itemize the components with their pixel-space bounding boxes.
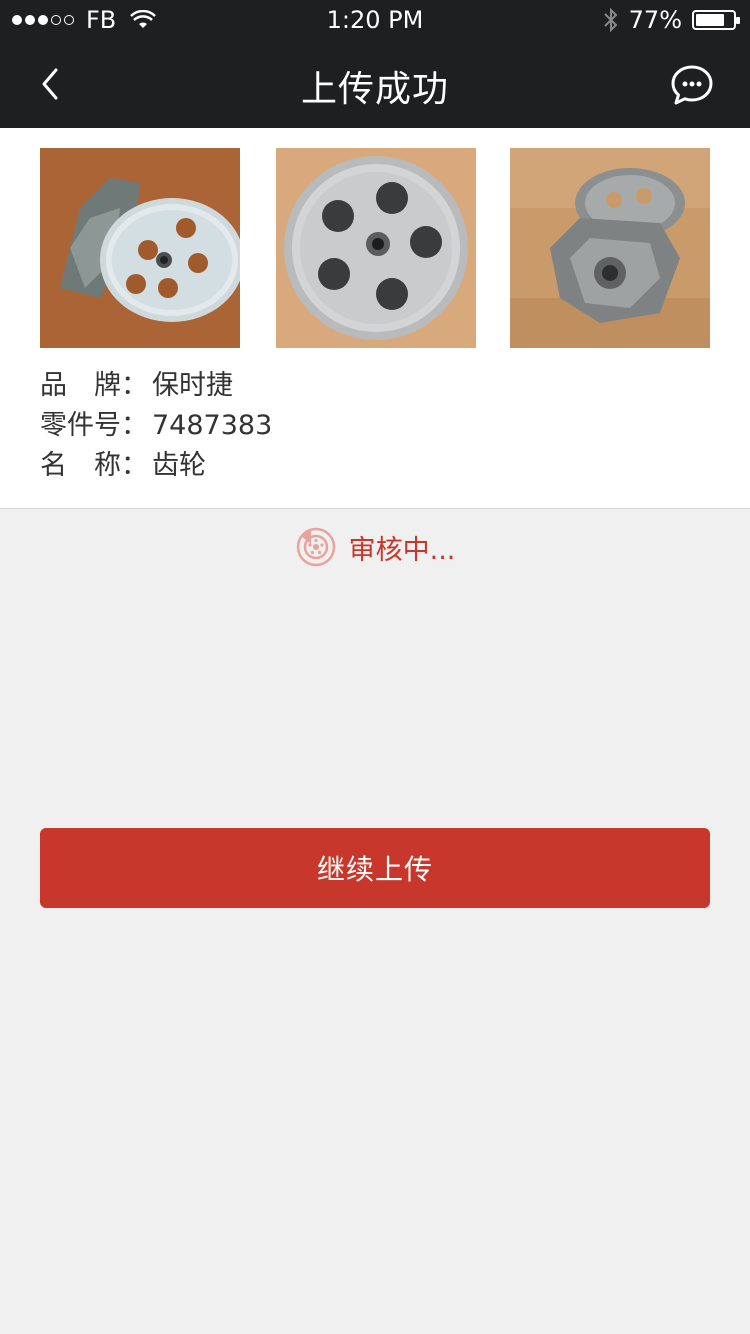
pulley-top-image: [276, 148, 476, 348]
review-status-text: 审核中...: [348, 534, 456, 566]
part-name-label: 名 称：: [40, 450, 148, 481]
battery-percent: 77%: [628, 6, 682, 34]
pump-side-image: [510, 148, 710, 348]
part-number-row: 零件号： 7487383: [40, 406, 272, 446]
bluetooth-icon: [603, 7, 618, 33]
part-name-row: 名 称： 齿轮: [40, 446, 272, 486]
part-name-value: 齿轮: [152, 450, 206, 481]
part-number-label: 零件号：: [40, 410, 148, 441]
chat-button[interactable]: [670, 64, 714, 108]
uploaded-photo-2[interactable]: [276, 148, 476, 348]
page-title: 上传成功: [300, 69, 449, 110]
brake-disc-icon: [296, 527, 335, 567]
part-number-value: 7487383: [152, 410, 273, 441]
uploaded-photo-3[interactable]: [510, 148, 710, 348]
brand-label: 品 牌：: [40, 370, 148, 401]
pulley-pump-image: [40, 148, 240, 348]
uploaded-photo-1[interactable]: [40, 148, 240, 348]
battery-icon: [692, 10, 740, 30]
status-bar: FB 1:20 PM 77%: [0, 0, 750, 40]
chat-bubble-icon: [671, 65, 713, 105]
brand-value: 保时捷: [152, 370, 233, 401]
continue-upload-button[interactable]: 继续上传: [40, 828, 710, 908]
status-right: 77%: [603, 6, 740, 34]
brand-row: 品 牌： 保时捷: [40, 366, 272, 406]
part-info: 品 牌： 保时捷 零件号： 7487383 名 称： 齿轮: [40, 366, 272, 486]
nav-bar: 上传成功: [0, 40, 750, 128]
upload-summary-card: 品 牌： 保时捷 零件号： 7487383 名 称： 齿轮: [0, 128, 750, 509]
review-status: 审核中...: [0, 526, 750, 568]
